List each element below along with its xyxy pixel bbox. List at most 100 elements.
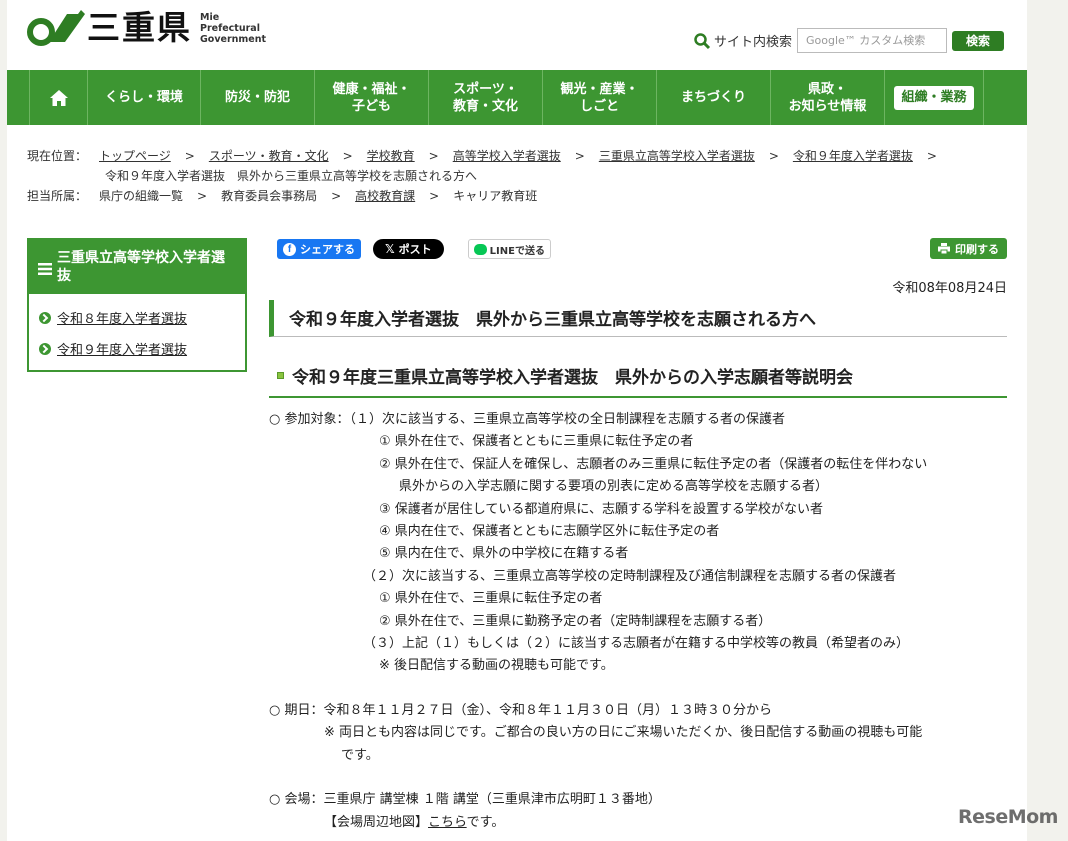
nav-item-org[interactable]: 組織・業務 (884, 70, 984, 125)
text-line: ④ 県内在住で、保護者とともに志願学区外に転住予定の者 (379, 524, 720, 540)
logo-en-line: Prefectural (200, 22, 260, 34)
print-button[interactable]: 印刷する (930, 238, 1007, 259)
text-line: 県外からの入学志願に関する要項の別表に定める高等学校を志願する者） (399, 479, 829, 495)
venue-map-link[interactable]: こちら (428, 815, 467, 830)
home-icon (49, 89, 68, 106)
breadcrumb-link[interactable]: 高等学校入学者選抜 (453, 146, 561, 166)
nav-item-machizukuri[interactable]: まちづくり (656, 70, 770, 125)
menu-icon (38, 263, 52, 275)
nav-org-label: 組織・業務 (894, 85, 974, 110)
text-line: ① 県外在住で、保護者とともに三重県に転住予定の者 (379, 434, 694, 450)
sidebar-item-r9[interactable]: 令和９年度入学者選抜 (29, 333, 245, 364)
nav-label: くらし・環境 (104, 90, 183, 105)
line-share-button[interactable]: LINEで送る (467, 239, 551, 259)
nav-item-kensei[interactable]: 県政・ お知らせ情報 (770, 70, 884, 125)
logo-en-line: Government (200, 33, 267, 45)
sidebar-list: 令和８年度入学者選抜 令和９年度入学者選抜 (29, 294, 245, 370)
text-line: ③ 保護者が居住している都道府県に、志願する学科を設置する学校がない者 (379, 501, 824, 517)
page-title: 令和９年度入学者選抜 県外から三重県立高等学校を志願される方へ (269, 300, 1007, 337)
breadcrumb-link[interactable]: 令和９年度入学者選抜 (793, 146, 913, 166)
social-bar: f シェアする 𝕏 ポスト LINEで送る 印刷する (269, 238, 1007, 260)
x-post-button[interactable]: 𝕏 ポスト (373, 239, 444, 259)
map-suffix: です。 (466, 814, 505, 830)
nav-item-kankou[interactable]: 観光・産業・ しごと (542, 70, 656, 125)
sidebar-link[interactable]: 令和９年度入学者選抜 (57, 339, 187, 358)
breadcrumb-link[interactable]: スポーツ・教育・文化 (209, 146, 329, 166)
text-line: ○ 参加対象：（１）次に該当する、三重県立高等学校の全日制課程を志願する者の保護… (269, 412, 785, 427)
chevron-circle-icon (39, 342, 51, 355)
facebook-icon: f (283, 242, 296, 256)
search-button[interactable]: 検索 (952, 30, 1005, 51)
breadcrumb-link[interactable]: 学校教育 (367, 146, 415, 166)
text-line: ※ 後日配信する動画の視聴も可能です。 (379, 658, 614, 674)
breadcrumb: 現在位置： トップページ > スポーツ・教育・文化 > 学校教育 > 高等学校入学者選… (27, 146, 1017, 206)
global-nav: くらし・環境 防災・防犯 健康・福祉・ 子ども スポーツ・ 教育・文化 観光・産業・… (7, 70, 1027, 125)
sidebar-link[interactable]: 令和８年度入学者選抜 (57, 308, 187, 327)
square-bullet-icon (277, 372, 284, 379)
breadcrumb-separator: > (926, 149, 937, 163)
nav-label: 子ども (351, 98, 391, 114)
logo-kanji: 三重県 (87, 8, 192, 47)
department-row: 担当所属： 県庁の組織一覧 > 教育委員会事務局 > 高校教育課 > キャリア教育班 (27, 186, 1017, 206)
article-body: ○ 参加対象：（１）次に該当する、三重県立高等学校の全日制課程を志願する者の保護… (269, 409, 1007, 834)
text-line: （２）次に該当する、三重県立高等学校の定時制課程及び通信制課程を志願する者の保護… (363, 568, 897, 584)
search-icon (694, 32, 711, 49)
nav-item-sports[interactable]: スポーツ・ 教育・文化 (428, 70, 542, 125)
breadcrumb-separator: > (342, 149, 353, 163)
nav-label: 防災・防犯 (224, 90, 290, 105)
breadcrumb-link[interactable]: 三重県立高等学校入学者選抜 (599, 146, 755, 166)
sidebar: 三重県立高等学校入学者選抜 令和８年度入学者選抜 令和９年度入学者選抜 (27, 238, 247, 372)
breadcrumb-separator: > (574, 149, 585, 163)
department-item: 教育委員会事務局 (221, 189, 318, 203)
publish-date: 令和08年08月24日 (892, 281, 1007, 296)
printer-icon (938, 243, 950, 254)
chevron-circle-icon (39, 311, 51, 324)
text-line: ○ 期日：令和８年１１月２７日（金）、令和８年１１月３０日（月）１３時３０分から (269, 702, 772, 718)
nav-item-kurashi[interactable]: くらし・環境 (87, 70, 200, 125)
search-label: サイト内検索 (714, 35, 793, 50)
line-icon (473, 243, 487, 255)
mie-logo-icon (27, 10, 85, 46)
map-prefix: 【会場周辺地図】 (324, 814, 429, 830)
sidebar-item-r8[interactable]: 令和８年度入学者選抜 (29, 302, 245, 333)
breadcrumb-separator: > (184, 149, 195, 163)
facebook-share-button[interactable]: f シェアする (277, 239, 361, 259)
site-logo[interactable]: 三重県 Mie Prefectural Government (27, 8, 266, 48)
page: 三重県 Mie Prefectural Government サイト内検索 Go… (7, 0, 1027, 841)
text-line: ② 県外在住で、三重県に勤務予定の者（定時制課程を志願する者） (379, 613, 772, 629)
department-item: キャリア教育班 (453, 189, 538, 203)
section-heading: 令和９年度三重県立高等学校入学者選抜 県外からの入学志願者等説明会 (269, 359, 1007, 398)
main-content: f シェアする 𝕏 ポスト LINEで送る 印刷する 令和08年08月24日 令… (269, 238, 1007, 834)
nav-label: まちづくり (680, 90, 746, 105)
nav-label: 県政・ (807, 81, 847, 97)
watermark-logo: ReseMom (958, 806, 1058, 828)
nav-item-kenkou[interactable]: 健康・福祉・ 子ども (314, 70, 428, 125)
print-label: 印刷する (955, 242, 999, 256)
text-line: です。 (341, 747, 379, 763)
nav-label: 教育・文化 (452, 98, 518, 114)
nav-label: スポーツ・ (453, 81, 518, 97)
breadcrumb-separator: > (331, 189, 342, 203)
nav-item-bousai[interactable]: 防災・防犯 (200, 70, 314, 125)
section-heading-text: 令和９年度三重県立高等学校入学者選抜 県外からの入学志願者等説明会 (292, 368, 853, 388)
sidebar-title: 三重県立高等学校入学者選抜 (29, 240, 245, 294)
search-input[interactable]: Google™ カスタム検索 (797, 28, 948, 53)
breadcrumb-separator: > (768, 149, 779, 163)
site-search: サイト内検索 Google™ カスタム検索 検索 (693, 28, 1005, 53)
nav-label: お知らせ情報 (788, 98, 867, 114)
breadcrumb-current: 令和９年度入学者選抜 県外から三重県立高等学校を志願される方へ (105, 169, 478, 183)
text-line: ① 県外在住で、三重県に転住予定の者 (379, 591, 603, 607)
department-label: 担当所属： (27, 189, 88, 203)
facebook-label: シェアする (300, 243, 355, 256)
text-line: （３）上記（１）もしくは（２）に該当する志願者が在籍する中学校等の教員（希望者の… (363, 636, 910, 652)
nav-label: しごと (579, 98, 619, 114)
department-link[interactable]: 高校教育課 (355, 186, 415, 206)
x-label: ポスト (398, 243, 432, 256)
line-label: LINEで送る (489, 245, 545, 257)
breadcrumb-link[interactable]: トップページ (99, 146, 171, 166)
nav-label: 観光・産業・ (560, 81, 639, 97)
nav-home[interactable] (29, 70, 87, 125)
nav-label: 健康・福祉・ (332, 81, 411, 97)
